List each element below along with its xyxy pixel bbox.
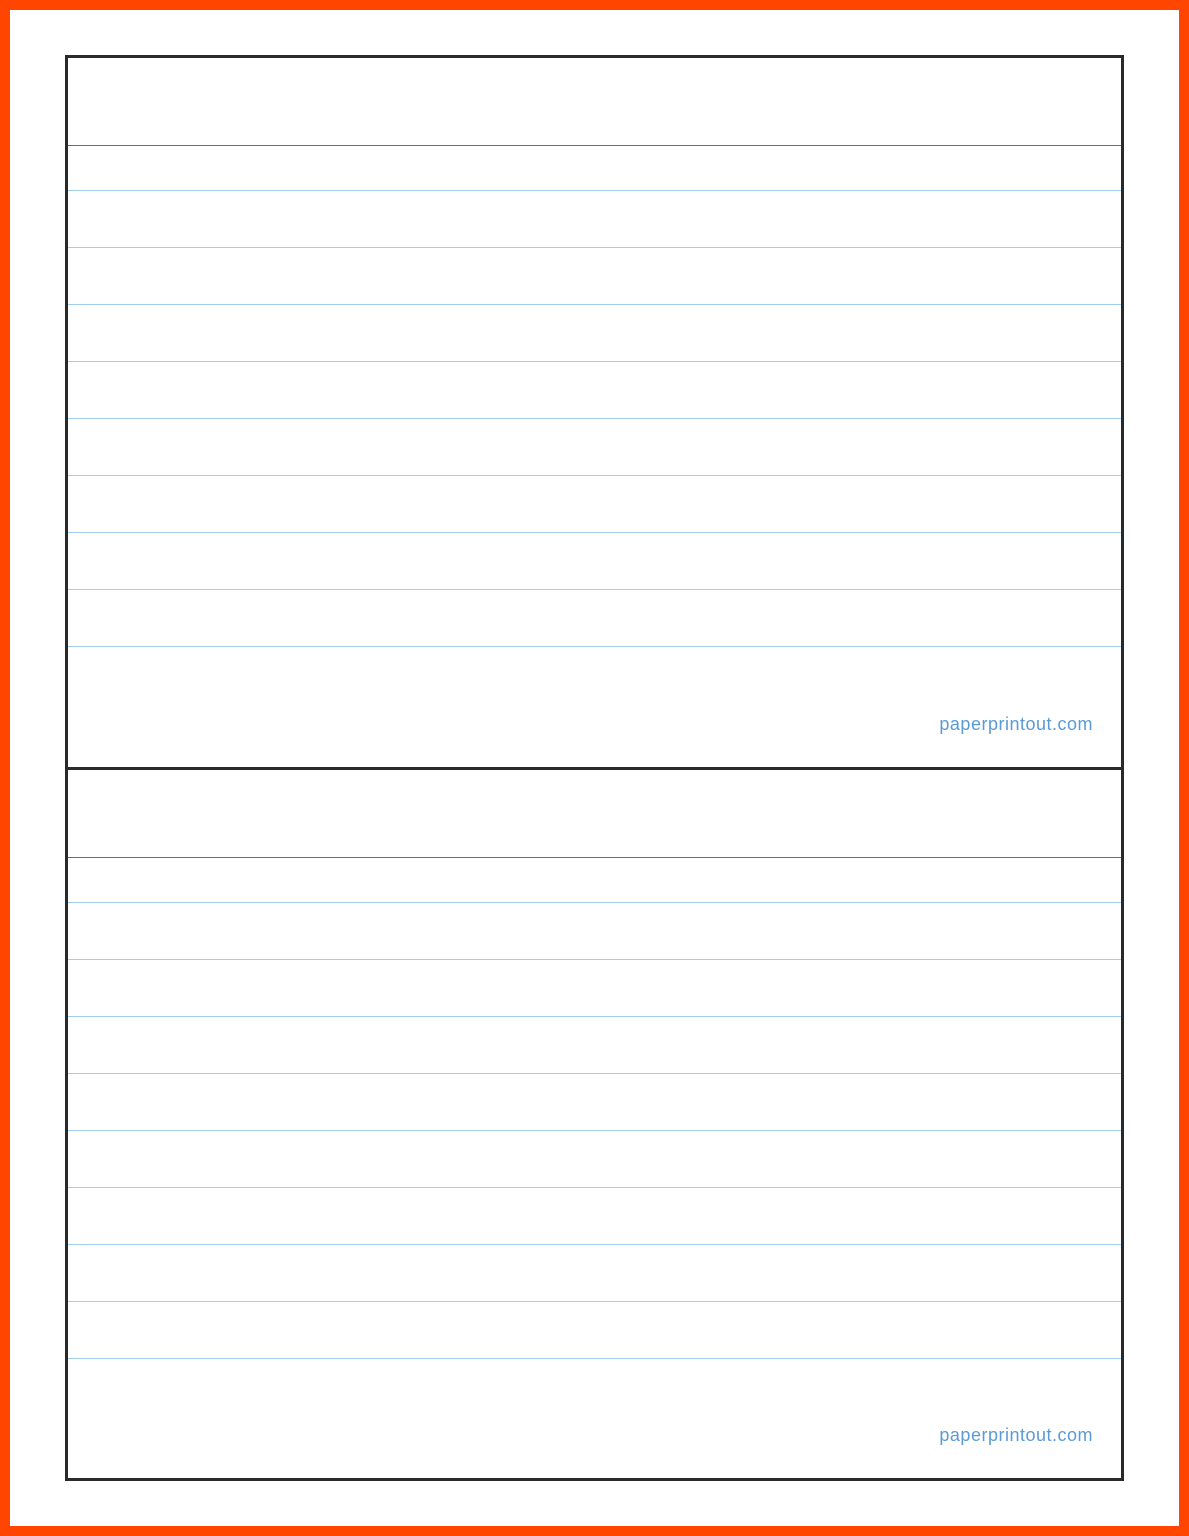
watermark-text: paperprintout.com — [939, 1425, 1093, 1446]
blue-rule-line — [68, 1130, 1121, 1131]
blue-rule-line — [68, 418, 1121, 419]
blue-rule-line — [68, 1016, 1121, 1017]
watermark-label: paperprintout.com — [939, 1425, 1093, 1445]
blue-rule-line — [68, 646, 1121, 647]
watermark-label: paperprintout.com — [939, 714, 1093, 734]
blue-rule-line — [68, 959, 1121, 960]
index-card-bottom: paperprintout.com — [68, 770, 1121, 1479]
blue-rule-line — [68, 247, 1121, 248]
blue-rule-line — [68, 1301, 1121, 1302]
blue-rule-line — [68, 1187, 1121, 1188]
blue-rule-line — [68, 902, 1121, 903]
blue-rule-line — [68, 532, 1121, 533]
blue-lines-container — [68, 858, 1121, 1359]
blue-rule-line — [68, 1073, 1121, 1074]
watermark-text: paperprintout.com — [939, 714, 1093, 735]
blue-rule-line — [68, 1244, 1121, 1245]
blue-lines-container — [68, 146, 1121, 647]
blue-rule-line — [68, 589, 1121, 590]
blue-rule-line — [68, 1358, 1121, 1359]
index-card-top: paperprintout.com — [68, 58, 1121, 770]
index-cards-container: paperprintout.com paperprintout.com — [65, 55, 1124, 1481]
card-header-space — [68, 770, 1121, 857]
blue-rule-line — [68, 361, 1121, 362]
blue-rule-line — [68, 304, 1121, 305]
blue-rule-line — [68, 190, 1121, 191]
blue-rule-line — [68, 475, 1121, 476]
card-header-space — [68, 58, 1121, 145]
